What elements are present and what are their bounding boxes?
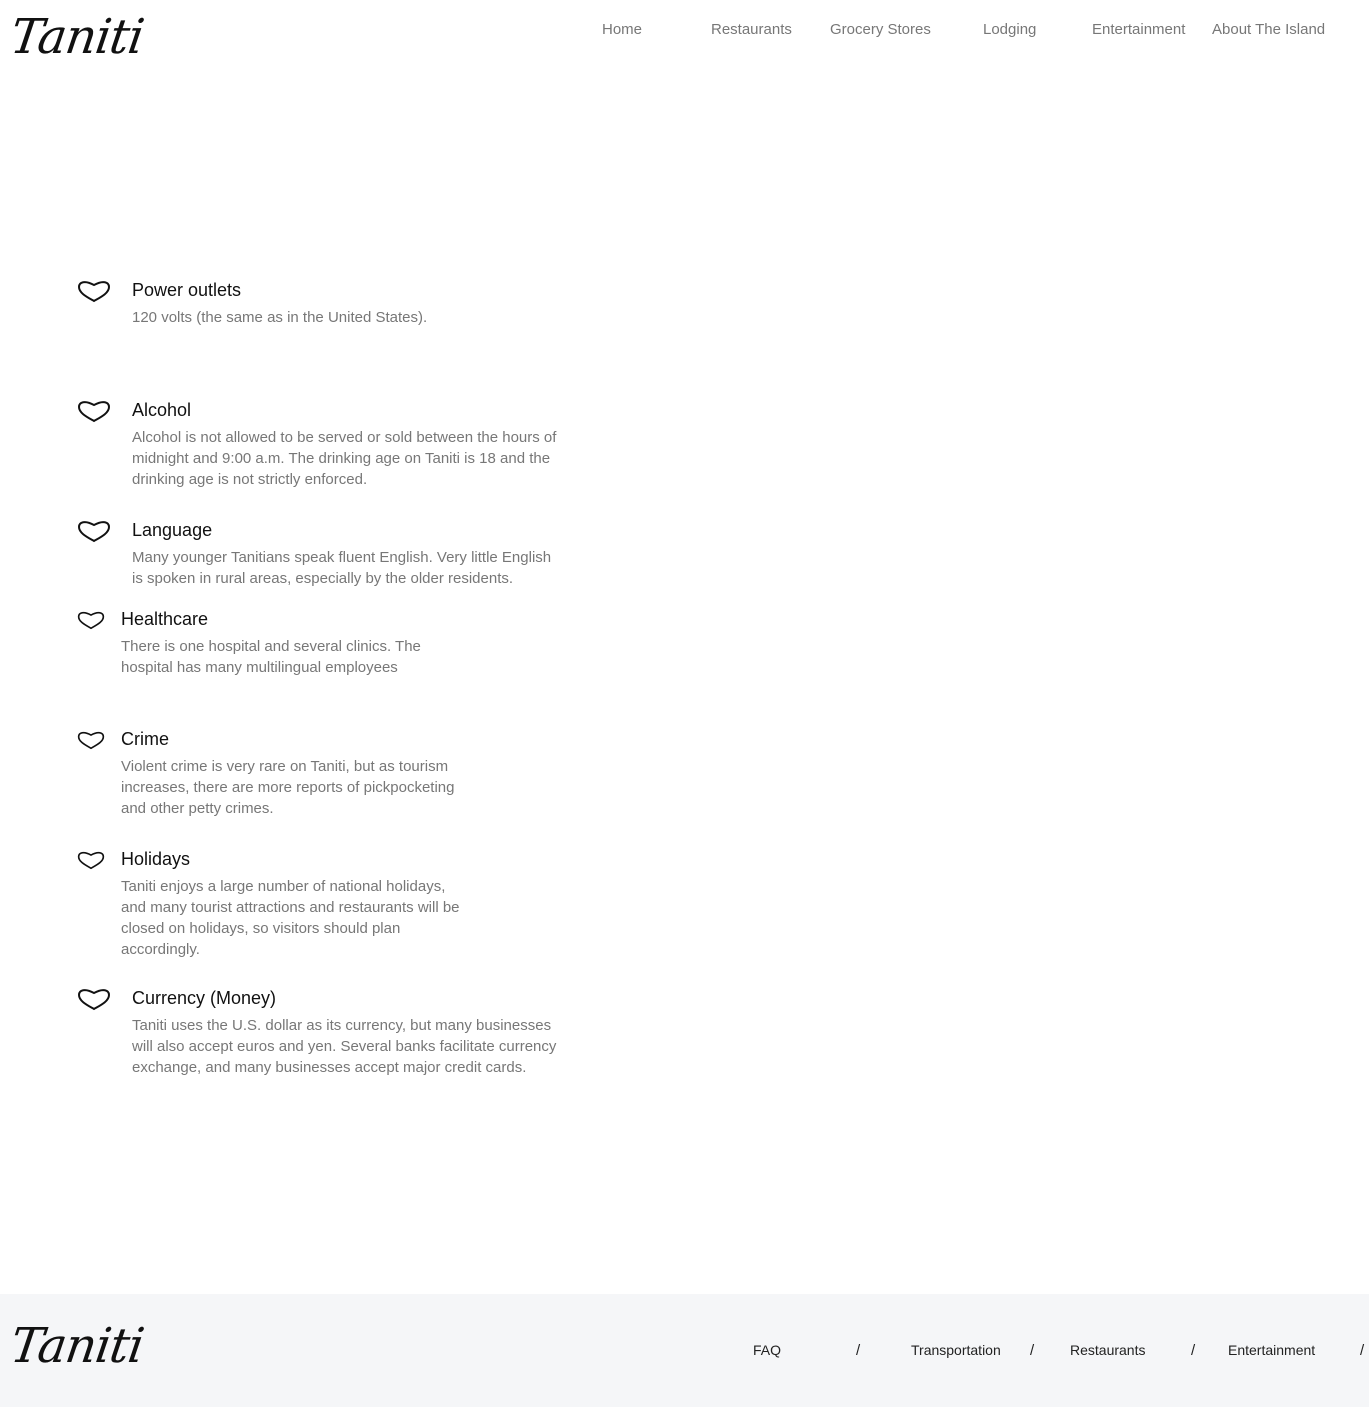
info-desc: 120 volts (the same as in the United Sta… (132, 309, 428, 326)
footer-separator: / (1191, 1342, 1196, 1359)
info-desc: Violent crime is very rare on Taniti, bu… (121, 758, 455, 817)
footer-separator: / (1360, 1342, 1365, 1359)
info-title: Alcohol (132, 400, 192, 420)
info-desc: Many younger Tanitians speak fluent Engl… (132, 549, 552, 587)
heart-icon (77, 611, 105, 630)
nav-home[interactable]: Home (602, 21, 642, 38)
heart-icon (77, 731, 105, 750)
footer-logo[interactable]: Taniti (7, 1318, 154, 1374)
info-desc: Taniti uses the U.S. dollar as its curre… (132, 1017, 557, 1076)
info-desc: Taniti enjoys a large number of national… (121, 878, 460, 958)
nav-grocery-stores[interactable]: Grocery Stores (830, 21, 931, 38)
nav-about-the-island[interactable]: About The Island (1212, 21, 1325, 38)
footer-link-restaurants[interactable]: Restaurants (1070, 1342, 1145, 1358)
info-desc: There is one hospital and several clinic… (121, 638, 421, 676)
heart-icon (77, 521, 111, 543)
info-desc: Alcohol is not allowed to be served or s… (132, 429, 557, 488)
heart-icon (77, 851, 105, 870)
site-logo[interactable]: Taniti (7, 9, 154, 65)
footer-link-entertainment[interactable]: Entertainment (1228, 1342, 1315, 1358)
info-title: Power outlets (132, 280, 242, 300)
info-title: Crime (121, 729, 169, 749)
info-title: Language (132, 520, 213, 540)
info-title: Holidays (121, 849, 191, 869)
footer-separator: / (856, 1342, 861, 1359)
nav-lodging[interactable]: Lodging (983, 21, 1036, 38)
footer-separator: / (1030, 1342, 1035, 1359)
footer-link-transportation[interactable]: Transportation (911, 1342, 1001, 1358)
heart-icon (77, 281, 111, 303)
info-title: Healthcare (121, 609, 209, 629)
site-footer (0, 1294, 1369, 1407)
nav-restaurants[interactable]: Restaurants (711, 21, 792, 38)
footer-link-faq[interactable]: FAQ (753, 1342, 781, 1358)
heart-icon (77, 989, 111, 1011)
nav-entertainment[interactable]: Entertainment (1092, 21, 1185, 38)
info-title: Currency (Money) (132, 988, 277, 1008)
heart-icon (77, 401, 111, 423)
